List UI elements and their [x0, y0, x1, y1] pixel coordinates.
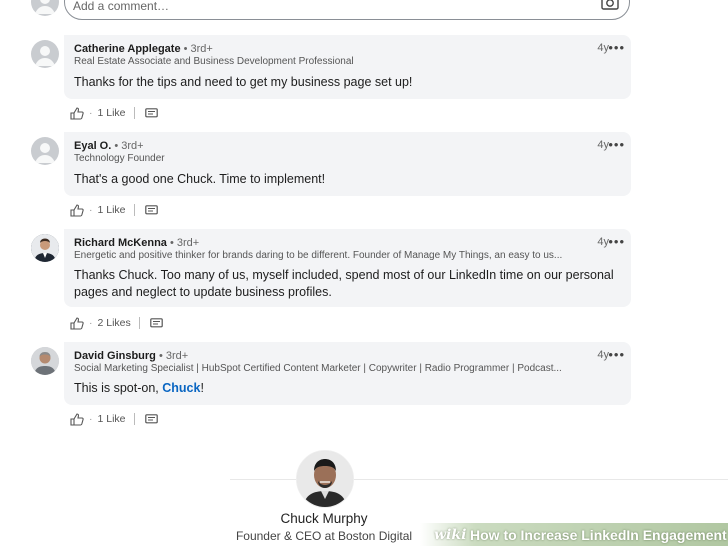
action-divider — [133, 413, 135, 425]
author-name: Chuck Murphy — [280, 511, 368, 526]
comment-bubble: Eyal O. • 3rd+ Technology Founder 4y •••… — [64, 132, 631, 196]
separator-dot: · — [89, 107, 93, 119]
comment-author-name[interactable]: Richard McKenna — [74, 237, 167, 249]
action-divider — [138, 317, 140, 329]
comment-author-name[interactable]: David Ginsburg — [74, 350, 156, 362]
reply-icon[interactable] — [144, 413, 158, 425]
thumbs-up-icon[interactable] — [70, 106, 84, 120]
connection-degree: • 3rd+ — [111, 140, 144, 152]
connection-degree: • 3rd+ — [180, 43, 213, 55]
more-options-icon[interactable]: ••• — [608, 348, 625, 361]
like-count[interactable]: 1 Like — [98, 413, 126, 425]
comment-input-box[interactable] — [64, 0, 630, 20]
comment-text: This is spot-on, Chuck! — [74, 380, 614, 397]
comment-author-headline: Energetic and positive thinker for brand… — [74, 250, 563, 261]
commenter-avatar[interactable] — [31, 137, 59, 165]
comment-text: Thanks Chuck. Too many of us, myself inc… — [74, 268, 614, 299]
comment-author-line: David Ginsburg • 3rd+ — [74, 350, 188, 362]
author-title: Founder & CEO at Boston Digital — [235, 529, 413, 543]
comment-text-suffix: ! — [200, 381, 204, 395]
comment-input[interactable] — [73, 0, 553, 13]
mention-link[interactable]: Chuck — [162, 381, 200, 395]
user-photo-icon — [31, 234, 59, 262]
thumbs-up-icon[interactable] — [70, 203, 84, 217]
reply-icon[interactable] — [149, 317, 163, 329]
comment-author-headline: Real Estate Associate and Business Devel… — [74, 56, 354, 67]
author-photo — [296, 450, 354, 508]
connection-degree: • 3rd+ — [166, 237, 200, 249]
thumbs-up-icon[interactable] — [70, 412, 84, 426]
thumbs-up-icon[interactable] — [70, 316, 84, 330]
comment-author-name[interactable]: Eyal O. — [74, 140, 111, 152]
my-avatar — [31, 0, 59, 16]
comment-actions: · 2 Likes — [70, 316, 163, 330]
separator-dot: · — [89, 413, 93, 425]
reply-icon[interactable] — [144, 204, 158, 216]
user-avatar-icon — [35, 46, 55, 66]
comment-author-name[interactable]: Catherine Applegate — [74, 43, 181, 55]
more-options-icon[interactable]: ••• — [608, 41, 625, 54]
watermark-title: How to Increase LinkedIn Engagement — [470, 527, 727, 543]
comment-timestamp: 4y — [597, 349, 609, 361]
user-avatar-icon — [35, 143, 55, 163]
comment-timestamp: 4y — [597, 139, 609, 151]
action-divider — [133, 107, 135, 119]
comment-text-prefix: This is spot-on, — [74, 381, 163, 395]
comment-timestamp: 4y — [597, 42, 609, 54]
separator-dot: · — [89, 317, 93, 329]
comment-bubble: David Ginsburg • 3rd+ Social Marketing S… — [64, 342, 631, 405]
comment-bubble: Richard McKenna • 3rd+ Energetic and pos… — [64, 229, 631, 307]
commenter-avatar[interactable] — [31, 234, 59, 262]
like-count[interactable]: 1 Like — [98, 204, 126, 216]
comment-actions: · 1 Like — [70, 412, 158, 426]
more-options-icon[interactable]: ••• — [608, 235, 625, 248]
action-divider — [133, 204, 135, 216]
commenter-avatar[interactable] — [31, 347, 59, 375]
more-options-icon[interactable]: ••• — [608, 138, 625, 151]
comment-author-line: Catherine Applegate • 3rd+ — [74, 43, 213, 55]
camera-icon[interactable] — [601, 0, 619, 10]
comment-author-line: Eyal O. • 3rd+ — [74, 140, 144, 152]
watermark-logo: wiki — [434, 527, 467, 543]
comment-actions: · 1 Like — [70, 203, 158, 217]
like-count[interactable]: 2 Likes — [98, 317, 131, 329]
connection-degree: • 3rd+ — [155, 350, 189, 362]
comment-actions: · 1 Like — [70, 106, 158, 120]
user-photo-icon — [31, 347, 59, 375]
comment-text: Thanks for the tips and need to get my b… — [74, 75, 413, 89]
comment-author-headline: Technology Founder — [74, 153, 165, 164]
commenter-avatar[interactable] — [31, 40, 59, 68]
separator-dot: · — [89, 204, 93, 216]
comment-author-line: Richard McKenna • 3rd+ — [74, 237, 199, 249]
comment-text: That's a good one Chuck. Time to impleme… — [74, 172, 326, 186]
comment-bubble: Catherine Applegate • 3rd+ Real Estate A… — [64, 35, 631, 99]
author-portrait-icon — [297, 451, 353, 507]
like-count[interactable]: 1 Like — [98, 107, 126, 119]
comment-timestamp: 4y — [597, 236, 609, 248]
reply-icon[interactable] — [144, 107, 158, 119]
comment-author-headline: Social Marketing Specialist | HubSpot Ce… — [74, 363, 562, 374]
